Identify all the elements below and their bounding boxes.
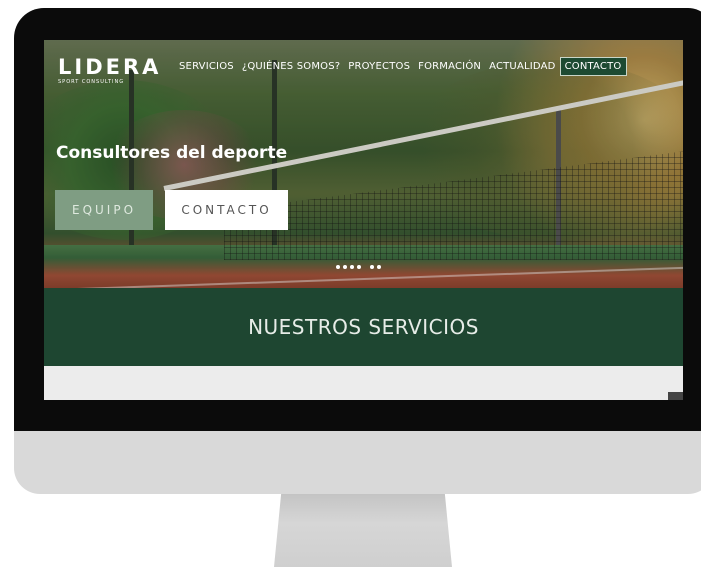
team-button[interactable]: EQUIPO [55, 190, 153, 230]
services-content-area [44, 366, 683, 400]
slider-dot[interactable] [357, 265, 361, 269]
logo-tagline: SPORT CONSULTING [58, 79, 125, 85]
slider-dot[interactable] [370, 265, 374, 269]
monitor-stand [274, 494, 452, 567]
slider-dot[interactable] [377, 265, 381, 269]
monitor-chin [14, 431, 701, 494]
nav-item-quienes-somos[interactable]: ¿QUIÉNES SOMOS? [238, 58, 344, 75]
screen-corner-badge [668, 392, 683, 400]
nav-item-proyectos[interactable]: PROYECTOS [344, 58, 414, 75]
hero-headline: Consultores del deporte [56, 143, 288, 163]
slider-dot[interactable] [350, 265, 354, 269]
slider-dot[interactable] [336, 265, 340, 269]
slider-dots [336, 265, 381, 269]
contact-button[interactable]: CONTACTO [165, 190, 288, 230]
main-nav: SERVICIOS ¿QUIÉNES SOMOS? PROYECTOS FORM… [175, 57, 627, 76]
nav-item-contacto[interactable]: CONTACTO [559, 57, 627, 76]
logo-wordmark: LIDERA [58, 55, 162, 79]
slider-dot[interactable] [343, 265, 347, 269]
services-section-header: NUESTROS SERVICIOS [44, 288, 683, 366]
nav-item-servicios[interactable]: SERVICIOS [175, 58, 238, 75]
nav-item-actualidad[interactable]: ACTUALIDAD [485, 58, 560, 75]
hero-banner: LIDERA SPORT CONSULTING SERVICIOS ¿QUIÉN… [44, 40, 683, 288]
site-logo[interactable]: LIDERA SPORT CONSULTING [58, 56, 161, 85]
services-title: NUESTROS SERVICIOS [248, 315, 479, 339]
nav-item-formacion[interactable]: FORMACIÓN [414, 58, 485, 75]
website-screen: LIDERA SPORT CONSULTING SERVICIOS ¿QUIÉN… [44, 40, 683, 400]
